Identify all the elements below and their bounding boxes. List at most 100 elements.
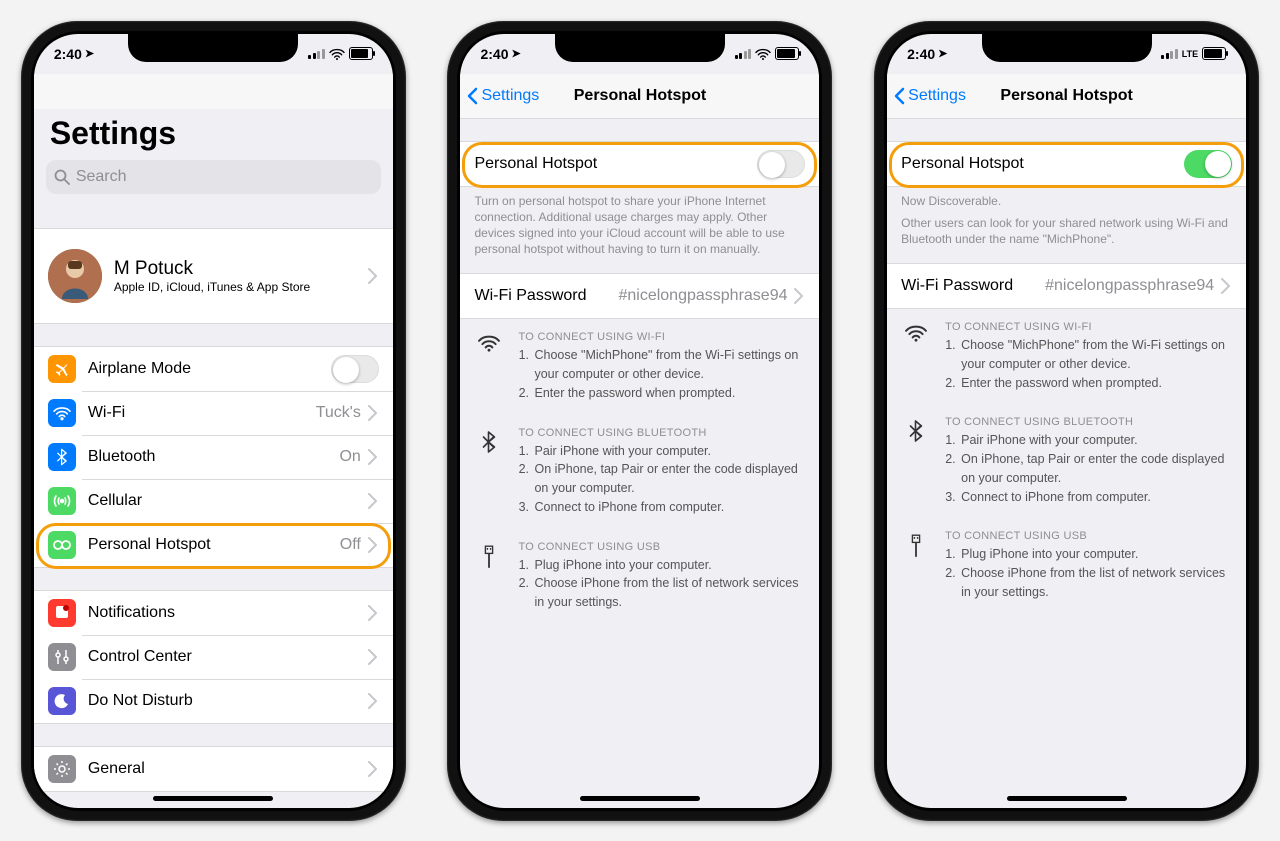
phone-frame-hotspot-off: 2:40➤ Settings Personal Hotspot Personal…: [447, 21, 832, 821]
search-input[interactable]: Search: [46, 160, 381, 194]
battery-icon: [775, 47, 799, 60]
back-button[interactable]: Settings: [887, 87, 966, 105]
usb-icon: [903, 530, 929, 601]
bluetooth-label: Bluetooth: [88, 448, 340, 466]
general-row[interactable]: General: [34, 747, 393, 791]
wifi-row[interactable]: Wi-Fi Tuck's: [34, 391, 393, 435]
chevron-icon: [367, 649, 379, 665]
back-label: Settings: [481, 87, 539, 105]
home-indicator[interactable]: [1007, 796, 1127, 801]
wifi-instructions-steps: Choose "MichPhone" from the Wi-Fi settin…: [518, 346, 803, 402]
chevron-icon: [793, 288, 805, 304]
home-indicator[interactable]: [153, 796, 273, 801]
wifi-password-row[interactable]: Wi-Fi Password #nicelongpassphrase94: [887, 264, 1246, 308]
usb-icon: [476, 541, 502, 612]
wifi-value: Tuck's: [316, 404, 361, 422]
notch: [128, 34, 298, 62]
bluetooth-icon: [476, 427, 502, 517]
back-chevron-icon: [893, 87, 906, 105]
home-indicator[interactable]: [580, 796, 700, 801]
wifi-password-label: Wi-Fi Password: [901, 277, 1045, 295]
page-title: Settings: [34, 109, 393, 160]
chevron-icon: [367, 537, 379, 553]
chevron-icon: [367, 605, 379, 621]
three-phone-tutorial: 2:40➤ Settings Search M Potuck Apple ID,…: [0, 0, 1280, 841]
search-icon: [54, 169, 70, 185]
hotspot-toggle-row[interactable]: Personal Hotspot: [460, 142, 819, 186]
bluetooth-value: On: [339, 448, 360, 466]
phone-frame-hotspot-on: 2:40➤ LTE Settings Personal Hotspot Pers…: [874, 21, 1259, 821]
usb-instructions-steps: Plug iPhone into your computer. Choose i…: [945, 545, 1230, 601]
hotspot-toggle[interactable]: [757, 150, 805, 178]
airplane-toggle[interactable]: [331, 355, 379, 383]
do-not-disturb-row[interactable]: Do Not Disturb: [34, 679, 393, 723]
location-icon: ➤: [938, 47, 947, 60]
back-chevron-icon: [466, 87, 479, 105]
wifi-instructions-header: TO CONNECT USING WI-FI: [518, 331, 803, 343]
hotspot-toggle[interactable]: [1184, 150, 1232, 178]
back-label: Settings: [908, 87, 966, 105]
discoverable-text: Now Discoverable.: [887, 187, 1246, 209]
chevron-icon: [367, 761, 379, 777]
dnd-label: Do Not Disturb: [88, 692, 367, 710]
personal-hotspot-row[interactable]: Personal Hotspot Off: [34, 523, 393, 567]
notch: [555, 34, 725, 62]
back-button[interactable]: Settings: [460, 87, 539, 105]
usb-instructions: TO CONNECT USING USB Plug iPhone into yo…: [460, 529, 819, 624]
notch: [982, 34, 1152, 62]
wifi-password-value: #nicelongpassphrase94: [1045, 277, 1214, 295]
battery-icon: [1202, 47, 1226, 60]
control-center-row[interactable]: Control Center: [34, 635, 393, 679]
bluetooth-setting-icon: [48, 443, 76, 471]
wifi-instructions: TO CONNECT USING WI-FI Choose "MichPhone…: [460, 319, 819, 414]
hotspot-value: Off: [340, 536, 361, 554]
profile-subtitle: Apple ID, iCloud, iTunes & App Store: [114, 280, 367, 294]
bluetooth-instructions-header: TO CONNECT USING BLUETOOTH: [518, 427, 803, 439]
hotspot-footer-text: Turn on personal hotspot to share your i…: [460, 187, 819, 262]
location-icon: ➤: [512, 47, 521, 60]
avatar: [48, 249, 102, 303]
wifi-password-row[interactable]: Wi-Fi Password #nicelongpassphrase94: [460, 274, 819, 318]
search-placeholder: Search: [76, 168, 127, 186]
airplane-label: Airplane Mode: [88, 360, 331, 378]
lte-label: LTE: [1182, 49, 1198, 59]
cellular-icon: [48, 487, 76, 515]
chevron-icon: [367, 405, 379, 421]
bluetooth-instructions: TO CONNECT USING BLUETOOTH Pair iPhone w…: [887, 404, 1246, 518]
status-time: 2:40: [54, 46, 82, 62]
wifi-instructions-header: TO CONNECT USING WI-FI: [945, 321, 1230, 333]
phone-frame-settings: 2:40➤ Settings Search M Potuck Apple ID,…: [21, 21, 406, 821]
general-icon: [48, 755, 76, 783]
airplane-mode-row[interactable]: Airplane Mode: [34, 347, 393, 391]
chevron-icon: [1220, 278, 1232, 294]
hotspot-toggle-row[interactable]: Personal Hotspot: [887, 142, 1246, 186]
wifi-icon: [755, 47, 771, 61]
usb-instructions-steps: Plug iPhone into your computer. Choose i…: [518, 556, 803, 612]
cellular-label: Cellular: [88, 492, 367, 510]
notifications-label: Notifications: [88, 604, 367, 622]
hotspot-toggle-label: Personal Hotspot: [901, 155, 1184, 173]
wifi-label: Wi-Fi: [88, 404, 316, 422]
wifi-icon: [329, 47, 345, 61]
wifi-icon: [903, 321, 929, 392]
nav-bar: Settings Personal Hotspot: [460, 74, 819, 119]
apple-id-row[interactable]: M Potuck Apple ID, iCloud, iTunes & App …: [34, 229, 393, 323]
chevron-icon: [367, 693, 379, 709]
chevron-icon: [367, 268, 379, 284]
discoverable-detail: Other users can look for your shared net…: [887, 209, 1246, 251]
control-center-label: Control Center: [88, 648, 367, 666]
hotspot-toggle-label: Personal Hotspot: [474, 155, 757, 173]
usb-instructions-header: TO CONNECT USING USB: [518, 541, 803, 553]
nav-bar: Settings Personal Hotspot: [887, 74, 1246, 119]
notifications-row[interactable]: Notifications: [34, 591, 393, 635]
bluetooth-instructions-header: TO CONNECT USING BLUETOOTH: [945, 416, 1230, 428]
chevron-icon: [367, 449, 379, 465]
wifi-password-label: Wi-Fi Password: [474, 287, 618, 305]
signal-icon: [1161, 49, 1178, 59]
cellular-row[interactable]: Cellular: [34, 479, 393, 523]
bluetooth-row[interactable]: Bluetooth On: [34, 435, 393, 479]
status-time: 2:40: [907, 46, 935, 62]
location-icon: ➤: [85, 47, 94, 60]
control-center-icon: [48, 643, 76, 671]
hotspot-label: Personal Hotspot: [88, 536, 340, 554]
